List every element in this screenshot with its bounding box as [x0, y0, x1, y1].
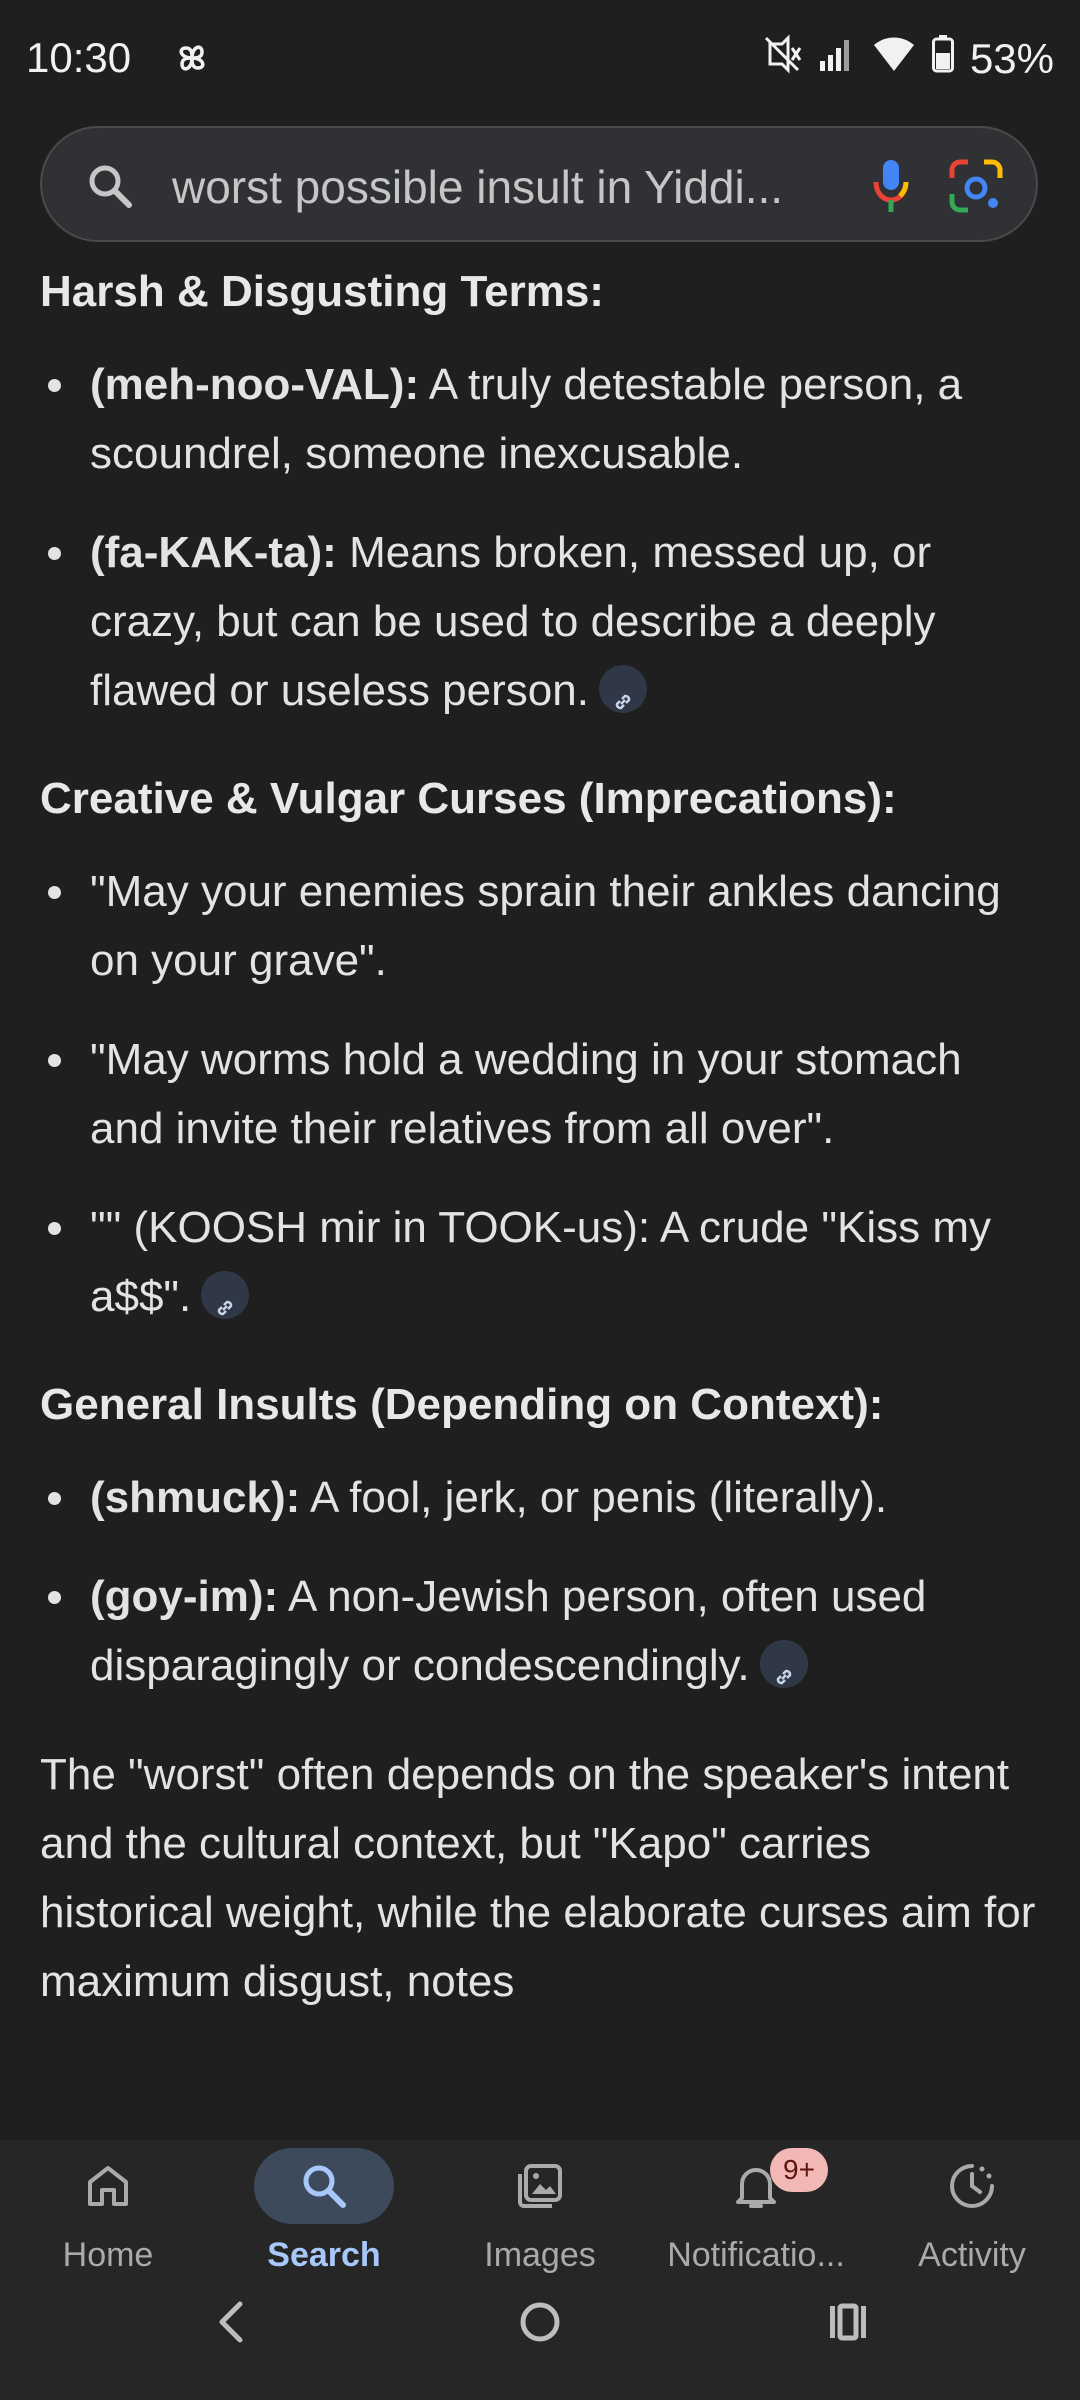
term: (goy-im):: [90, 1572, 279, 1621]
system-navigation-bar: [0, 2200, 1080, 2400]
search-icon: [86, 162, 134, 215]
recents-icon[interactable]: [826, 2300, 870, 2349]
list-item: (goy-im): A non-Jewish person, often use…: [40, 1562, 1040, 1700]
list-item: (meh-noo-VAL): A truly detestable person…: [40, 350, 1040, 488]
list-item: (fa-KAK-ta): Means broken, messed up, or…: [40, 518, 1040, 725]
list-item: "" (KOOSH mir in TOOK-us): A crude "Kiss…: [40, 1193, 1040, 1331]
term: (shmuck):: [90, 1473, 301, 1522]
status-bar: 10:30 53%: [0, 0, 1080, 120]
list-item: "May worms hold a wedding in your stomac…: [40, 1025, 1040, 1163]
pinwheel-icon: [172, 38, 212, 83]
term: (fa-KAK-ta):: [90, 528, 337, 577]
battery-percent: 53%: [969, 35, 1054, 82]
vibrate-off-icon: [762, 34, 802, 84]
wifi-icon: [872, 35, 916, 83]
home-circle-icon[interactable]: [518, 2300, 562, 2349]
curses-list: "May your enemies sprain their ankles da…: [40, 857, 1040, 1331]
harsh-terms-list: (meh-noo-VAL): A truly detestable person…: [40, 350, 1040, 725]
notification-badge: 9+: [770, 2148, 828, 2192]
google-lens-icon[interactable]: [948, 158, 1004, 219]
search-bar[interactable]: worst possible insult in Yiddi...: [40, 126, 1038, 242]
back-icon[interactable]: [212, 2300, 248, 2349]
search-input[interactable]: worst possible insult in Yiddi...: [172, 160, 783, 214]
ai-overview-content: Harsh & Disgusting Terms: (meh-noo-VAL):…: [40, 262, 1040, 2016]
source-link-icon[interactable]: [759, 1640, 808, 1689]
summary-paragraph: The "worst" often depends on the speaker…: [40, 1750, 1036, 2006]
term: (meh-noo-VAL):: [90, 360, 420, 409]
section-heading-harsh: Harsh & Disgusting Terms:: [40, 267, 604, 316]
list-item: (shmuck): A fool, jerk, or penis (litera…: [40, 1463, 1040, 1532]
status-time: 10:30: [26, 34, 132, 81]
signal-icon: [818, 35, 856, 83]
section-heading-general: General Insults (Depending on Context):: [40, 1380, 884, 1429]
term-description: A fool, jerk, or penis (literally).: [300, 1473, 888, 1522]
source-link-icon[interactable]: [201, 1271, 250, 1320]
source-link-icon[interactable]: [598, 665, 647, 714]
mic-icon[interactable]: [870, 156, 912, 221]
general-insults-list: (shmuck): A fool, jerk, or penis (litera…: [40, 1463, 1040, 1700]
section-heading-curses: Creative & Vulgar Curses (Imprecations):: [40, 774, 897, 823]
list-item: "May your enemies sprain their ankles da…: [40, 857, 1040, 995]
battery-icon: [931, 35, 954, 83]
